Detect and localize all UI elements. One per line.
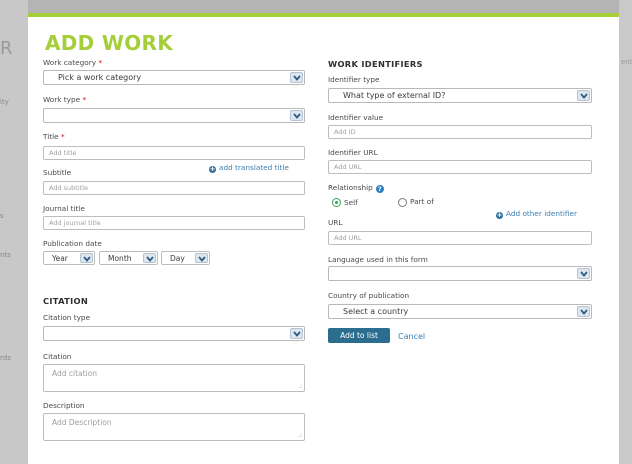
relationship-self-radio[interactable]	[332, 198, 341, 207]
citation-placeholder: Add citation	[52, 369, 98, 378]
work-category-select[interactable]: Pick a work category	[43, 70, 305, 85]
day-select[interactable]: Day	[161, 251, 210, 265]
country-label: Country of publication	[328, 291, 410, 300]
title-placeholder: Add title	[49, 149, 77, 157]
subtitle-label: Subtitle	[43, 168, 72, 177]
background-left-strip: R ity s nts rds	[0, 0, 28, 464]
required-mark: *	[98, 58, 103, 67]
work-type-label: Work type *	[43, 95, 86, 104]
chevron-down-icon	[80, 253, 93, 263]
work-category-label: Work category *	[43, 58, 102, 67]
title-label: Title *	[43, 132, 65, 141]
url-input[interactable]: Add URL	[328, 231, 592, 245]
help-icon[interactable]: ?	[375, 185, 384, 193]
country-select[interactable]: Select a country	[328, 304, 592, 319]
resize-grip-icon[interactable]: .:	[298, 433, 302, 439]
identifier-type-label: Identifier type	[328, 75, 380, 84]
work-type-label-text: Work type	[43, 95, 81, 104]
publication-date-label: Publication date	[43, 239, 102, 248]
work-category-value: Pick a work category	[58, 73, 142, 82]
citation-label: Citation	[43, 352, 72, 361]
description-placeholder: Add Description	[52, 418, 112, 427]
subtitle-placeholder: Add subtitle	[49, 184, 88, 192]
relationship-label-text: Relationship	[328, 183, 373, 192]
journal-title-label: Journal title	[43, 204, 85, 213]
identifier-value-label: Identifier value	[328, 113, 384, 122]
modal-title: ADD WORK	[45, 31, 174, 55]
identifier-type-select[interactable]: What type of external ID?	[328, 88, 592, 103]
add-work-modal: ADD WORK Work category * Pick a work cat…	[28, 13, 619, 464]
description-textarea[interactable]: Add Description .:	[43, 413, 305, 441]
language-select[interactable]	[328, 266, 592, 281]
description-label: Description	[43, 401, 85, 410]
citation-type-select[interactable]	[43, 326, 305, 341]
chevron-down-icon	[577, 268, 590, 279]
identifier-value-input[interactable]: Add ID	[328, 125, 592, 139]
background-fragment: s	[0, 212, 4, 220]
journal-title-placeholder: Add journal title	[49, 219, 101, 227]
url-label: URL	[328, 218, 343, 227]
title-label-text: Title	[43, 132, 59, 141]
day-value: Day	[170, 254, 185, 263]
relationship-part-of-label: Part of	[410, 197, 434, 206]
url-placeholder: Add URL	[334, 234, 362, 242]
chevron-down-icon	[143, 253, 156, 263]
relationship-self-label: Self	[344, 198, 358, 207]
work-identifiers-heading: WORK IDENTIFIERS	[328, 59, 423, 69]
month-select[interactable]: Month	[99, 251, 158, 265]
required-mark: *	[60, 132, 65, 141]
background-fragment: rds	[0, 354, 11, 362]
required-mark: *	[82, 95, 87, 104]
citation-type-label: Citation type	[43, 313, 91, 322]
chevron-down-icon	[577, 90, 590, 101]
chevron-down-icon	[290, 110, 303, 121]
citation-textarea[interactable]: Add citation .:	[43, 364, 305, 392]
add-other-identifier-text: Add other identifier	[506, 209, 577, 218]
identifier-url-input[interactable]: Add URL	[328, 160, 592, 174]
identifier-value-placeholder: Add ID	[334, 128, 356, 136]
year-select[interactable]: Year	[43, 251, 95, 265]
identifier-url-label: Identifier URL	[328, 148, 378, 157]
country-value: Select a country	[343, 307, 409, 316]
journal-title-input[interactable]: Add journal title	[43, 216, 305, 230]
year-value: Year	[52, 254, 68, 263]
identifier-type-value: What type of external ID?	[343, 91, 446, 100]
chevron-down-icon	[290, 328, 303, 339]
add-translated-title-link[interactable]: + add translated title	[209, 163, 289, 173]
month-value: Month	[108, 254, 132, 263]
relationship-label: Relationship?	[328, 183, 384, 193]
resize-grip-icon[interactable]: .:	[298, 384, 302, 390]
add-to-list-button[interactable]: Add to list	[328, 328, 390, 343]
plus-circle-icon: +	[209, 165, 216, 173]
subtitle-input[interactable]: Add subtitle	[43, 181, 305, 195]
background-fragment: nts	[0, 251, 11, 259]
background-fragment: ity	[0, 98, 9, 106]
cancel-link[interactable]: Cancel	[398, 332, 425, 341]
background-fragment: ent	[621, 58, 632, 66]
chevron-down-icon	[195, 253, 208, 263]
work-category-label-text: Work category	[43, 58, 97, 67]
chevron-down-icon	[290, 72, 303, 83]
chevron-down-icon	[577, 306, 590, 317]
work-type-select[interactable]	[43, 108, 305, 123]
background-right-strip: ent	[619, 0, 632, 464]
relationship-part-of-radio[interactable]	[398, 198, 407, 207]
add-translated-title-text: add translated title	[219, 163, 289, 172]
citation-heading: CITATION	[43, 296, 89, 306]
plus-circle-icon: +	[496, 211, 503, 219]
add-other-identifier-link[interactable]: + Add other identifier	[496, 209, 577, 219]
language-label: Language used in this form	[328, 255, 428, 264]
title-input[interactable]: Add title	[43, 146, 305, 160]
background-fragment: R	[0, 38, 13, 59]
identifier-url-placeholder: Add URL	[334, 163, 362, 171]
